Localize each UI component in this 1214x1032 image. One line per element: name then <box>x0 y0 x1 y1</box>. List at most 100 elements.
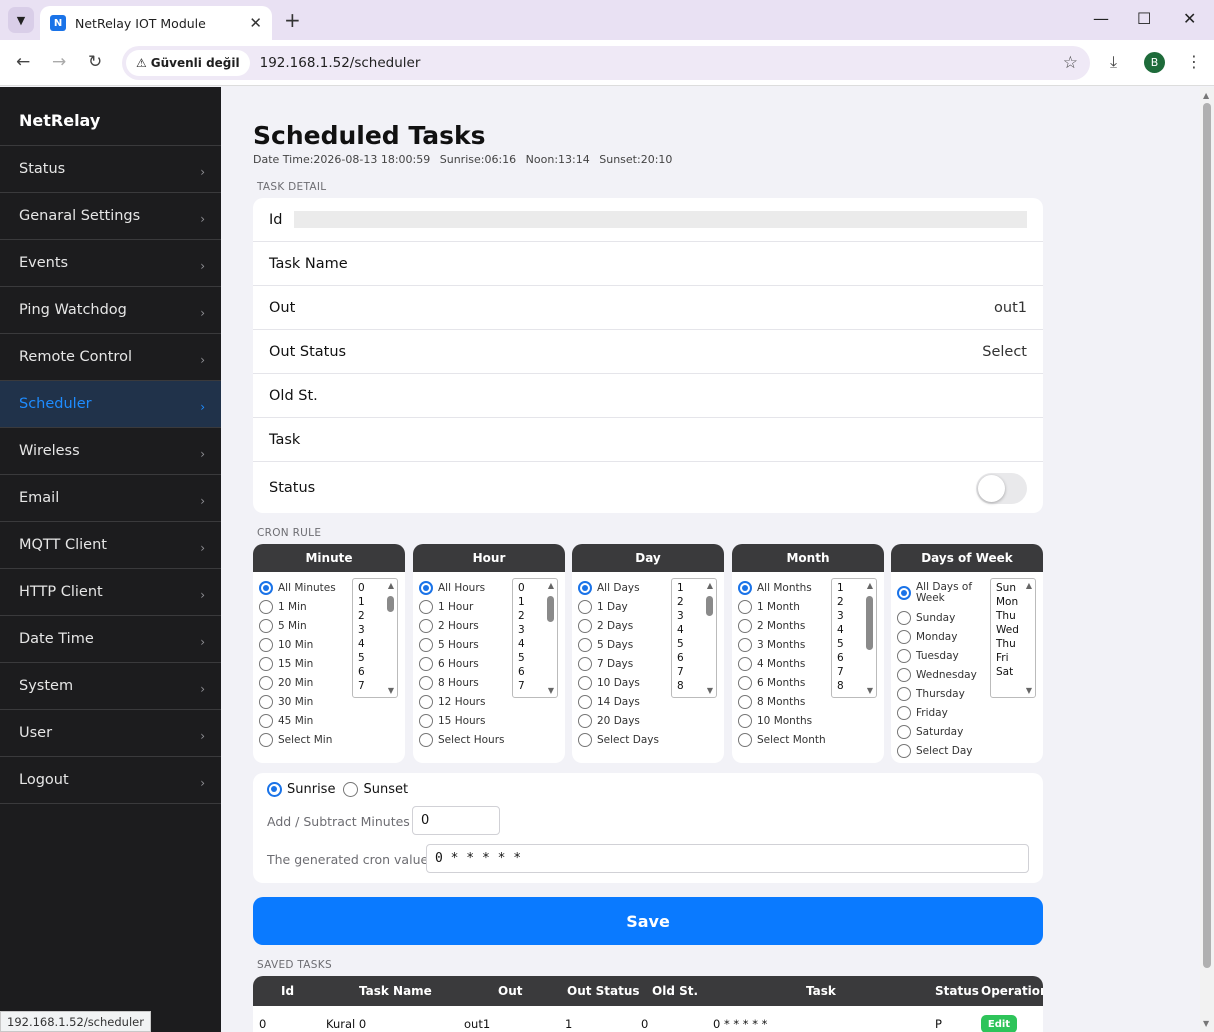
out-status-select[interactable]: Select <box>982 344 1027 360</box>
dow-option[interactable]: Tuesday <box>897 646 983 665</box>
radio-icon[interactable] <box>897 743 911 758</box>
radio-icon[interactable] <box>419 675 433 690</box>
minute-option[interactable]: All Minutes <box>259 578 336 597</box>
scroll-up-icon[interactable]: ▲ <box>707 581 713 590</box>
scroll-down-icon[interactable]: ▼ <box>707 686 713 695</box>
radio-icon[interactable] <box>419 694 433 709</box>
sunrise-radio[interactable] <box>267 782 282 797</box>
month-option[interactable]: 8 Months <box>738 692 826 711</box>
radio-icon[interactable] <box>897 667 911 682</box>
menu-dots-icon[interactable]: ⋮ <box>1186 52 1202 71</box>
maximize-icon[interactable]: ☐ <box>1137 9 1151 28</box>
sidebar-item-wireless[interactable]: Wireless › <box>0 428 221 475</box>
sidebar-item-mqtt-client[interactable]: MQTT Client › <box>0 522 221 569</box>
dow-option[interactable]: Monday <box>897 627 983 646</box>
back-icon[interactable]: ← <box>16 52 30 72</box>
scroll-up-icon[interactable]: ▲ <box>1026 581 1032 590</box>
list-item[interactable]: 2 <box>358 609 365 623</box>
minute-option[interactable]: 45 Min <box>259 711 336 730</box>
scroll-up-icon[interactable]: ▲ <box>388 581 394 590</box>
add-subtract-input[interactable]: 0 <box>412 806 500 835</box>
dow-option[interactable]: Sunday <box>897 608 983 627</box>
radio-icon[interactable] <box>738 599 752 614</box>
hour-option[interactable]: 6 Hours <box>419 654 505 673</box>
hour-option[interactable]: 1 Hour <box>419 597 505 616</box>
hour-listbox[interactable]: 0 1 2 3 4 5 6 7 ▲ ▼ <box>512 578 558 698</box>
dow-option[interactable]: Wednesday <box>897 665 983 684</box>
radio-selected-icon[interactable] <box>897 586 911 600</box>
sidebar-item-general-settings[interactable]: Genaral Settings › <box>0 193 221 240</box>
sidebar-item-status[interactable]: Status › <box>0 146 221 193</box>
radio-icon[interactable] <box>738 732 752 747</box>
day-option[interactable]: 10 Days <box>578 673 659 692</box>
scroll-down-icon[interactable]: ▼ <box>1203 1019 1209 1028</box>
month-option[interactable]: 3 Months <box>738 635 826 654</box>
list-item[interactable]: 2 <box>677 595 684 609</box>
radio-icon[interactable] <box>419 618 433 633</box>
out-select[interactable]: out1 <box>994 300 1027 316</box>
radio-icon[interactable] <box>578 656 592 671</box>
list-item[interactable]: Wed <box>996 623 1019 637</box>
listbox-scroll-thumb[interactable] <box>866 596 873 650</box>
list-item[interactable]: 3 <box>358 623 365 637</box>
day-option[interactable]: 5 Days <box>578 635 659 654</box>
security-chip[interactable]: ⚠ Güvenli değil <box>126 50 250 76</box>
dow-option[interactable]: Friday <box>897 703 983 722</box>
radio-icon[interactable] <box>259 713 273 728</box>
list-item[interactable]: Mon <box>996 595 1019 609</box>
radio-icon[interactable] <box>897 610 911 625</box>
address-bar[interactable]: ⚠ Güvenli değil 192.168.1.52/scheduler ☆ <box>122 46 1090 80</box>
url-text[interactable]: 192.168.1.52/scheduler <box>260 55 421 71</box>
list-item[interactable]: 6 <box>837 651 844 665</box>
list-item[interactable]: 5 <box>837 637 844 651</box>
sidebar-item-email[interactable]: Email › <box>0 475 221 522</box>
sidebar-item-logout[interactable]: Logout › <box>0 757 221 804</box>
list-item[interactable]: 2 <box>518 609 525 623</box>
listbox-scroll-thumb[interactable] <box>706 596 713 616</box>
radio-icon[interactable] <box>419 637 433 652</box>
minute-listbox[interactable]: 0 1 2 3 4 5 6 7 ▲ ▼ <box>352 578 398 698</box>
month-option[interactable]: 4 Months <box>738 654 826 673</box>
list-item[interactable]: 4 <box>677 623 684 637</box>
list-item[interactable]: Sun <box>996 581 1019 595</box>
forward-icon[interactable]: → <box>52 52 66 72</box>
dow-option[interactable]: All Days of Week <box>897 578 983 608</box>
radio-icon[interactable] <box>419 732 433 747</box>
day-listbox[interactable]: 1 2 3 4 5 6 7 8 ▲ ▼ <box>671 578 717 698</box>
hour-option[interactable]: All Hours <box>419 578 505 597</box>
hour-option[interactable]: 15 Hours <box>419 711 505 730</box>
day-option[interactable]: 1 Day <box>578 597 659 616</box>
list-item[interactable]: 7 <box>518 679 525 693</box>
bookmark-star-icon[interactable]: ☆ <box>1063 53 1078 73</box>
minute-option[interactable]: 30 Min <box>259 692 336 711</box>
list-item[interactable]: 7 <box>358 679 365 693</box>
scroll-down-icon[interactable]: ▼ <box>388 686 394 695</box>
list-item[interactable]: 6 <box>358 665 365 679</box>
close-tab-icon[interactable]: ✕ <box>249 14 262 32</box>
new-tab-icon[interactable]: + <box>284 8 301 32</box>
list-item[interactable]: 0 <box>518 581 525 595</box>
radio-icon[interactable] <box>578 732 592 747</box>
page-scrollbar[interactable]: ▲ ▼ <box>1200 87 1214 1032</box>
radio-selected-icon[interactable] <box>578 580 592 595</box>
download-icon[interactable]: ⤓ <box>1110 52 1117 72</box>
listbox-scroll-thumb[interactable] <box>387 596 394 612</box>
month-option[interactable]: Select Month <box>738 730 826 749</box>
radio-icon[interactable] <box>738 618 752 633</box>
month-option[interactable]: 2 Months <box>738 616 826 635</box>
list-item[interactable]: 5 <box>518 651 525 665</box>
dow-listbox[interactable]: Sun Mon Thu Wed Thu Fri Sat ▲ ▼ <box>990 578 1036 698</box>
radio-icon[interactable] <box>259 675 273 690</box>
minute-option[interactable]: 20 Min <box>259 673 336 692</box>
radio-icon[interactable] <box>419 599 433 614</box>
minute-option[interactable]: 5 Min <box>259 616 336 635</box>
list-item[interactable]: 1 <box>358 595 365 609</box>
radio-icon[interactable] <box>578 618 592 633</box>
radio-icon[interactable] <box>419 713 433 728</box>
radio-icon[interactable] <box>897 629 911 644</box>
month-option[interactable]: 10 Months <box>738 711 826 730</box>
hour-option[interactable]: Select Hours <box>419 730 505 749</box>
minute-option[interactable]: Select Min <box>259 730 336 749</box>
minute-option[interactable]: 15 Min <box>259 654 336 673</box>
sidebar-item-remote-control[interactable]: Remote Control › <box>0 334 221 381</box>
